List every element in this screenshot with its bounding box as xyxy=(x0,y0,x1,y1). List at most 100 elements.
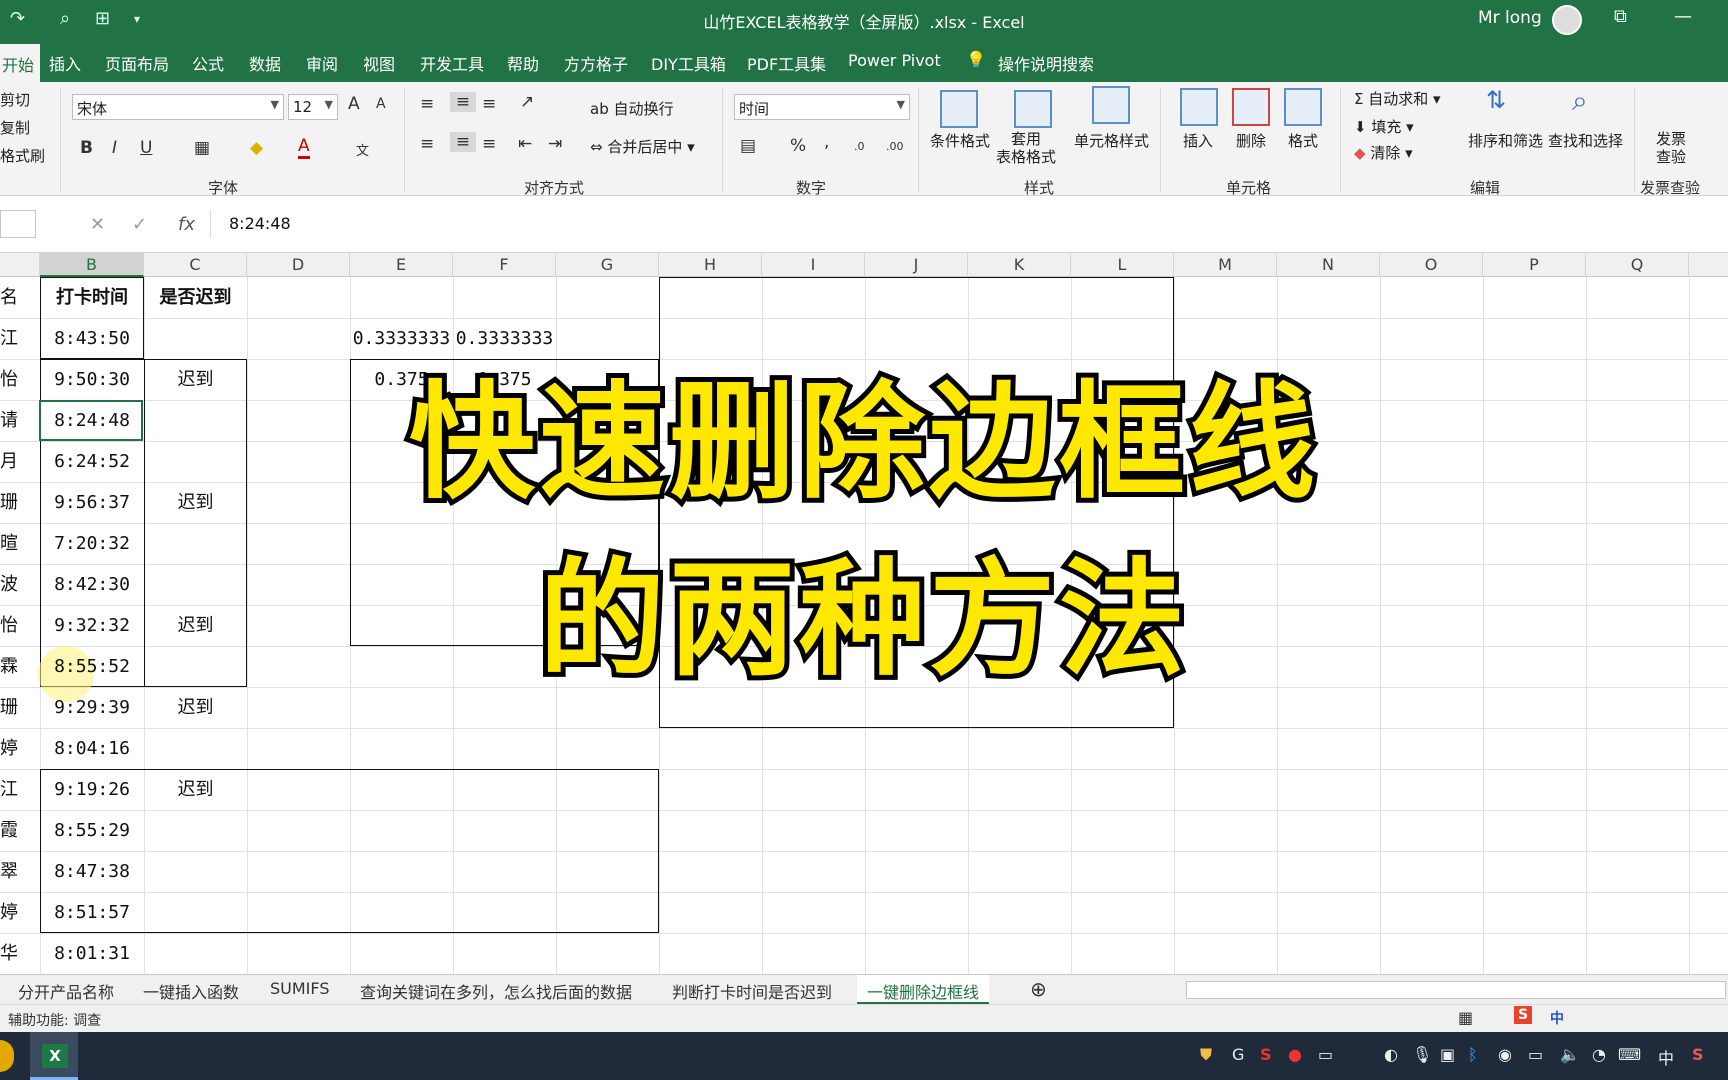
align-bottom-icon[interactable]: ≡ xyxy=(482,94,496,114)
column-header[interactable]: H xyxy=(659,253,762,277)
sheet-tab[interactable]: SUMIFS xyxy=(270,979,329,998)
orientation-icon[interactable]: ↗ xyxy=(520,92,534,112)
tab-page-layout[interactable]: 页面布局 xyxy=(105,51,169,75)
column-header[interactable]: N xyxy=(1277,253,1380,277)
sheet-tab[interactable]: 一键插入函数 xyxy=(143,979,239,1003)
cell-a12[interactable]: 婷 xyxy=(0,728,18,769)
tab-home[interactable]: 开始 xyxy=(0,44,41,82)
bold-button[interactable]: B xyxy=(80,138,93,158)
format-cells-button[interactable]: 格式 xyxy=(1288,130,1318,151)
format-as-table-button[interactable]: 套用 表格格式 xyxy=(996,130,1056,166)
ribbon-display-icon[interactable]: ⧉ xyxy=(1614,6,1627,27)
sogou-taskbar-icon[interactable]: S xyxy=(1692,1045,1704,1064)
sheet-tab-active[interactable]: 一键删除边框线 xyxy=(857,975,990,1005)
cell-b14[interactable]: 8:55:29 xyxy=(40,810,144,851)
sogou-ime-icon[interactable]: S xyxy=(1514,1006,1533,1024)
cell-a14[interactable]: 霞 xyxy=(0,810,18,851)
add-sheet-icon[interactable]: ⊕ xyxy=(1030,977,1047,1001)
tab-insert[interactable]: 插入 xyxy=(49,51,81,75)
comma-button[interactable]: , xyxy=(824,132,829,152)
normal-view-icon[interactable]: ▦ xyxy=(1458,1008,1473,1027)
cell-f2[interactable]: 0.3333333 xyxy=(453,318,556,359)
copy-button[interactable]: 复制 xyxy=(0,117,30,138)
tab-developer[interactable]: 开发工具 xyxy=(420,51,484,75)
fill-color-icon[interactable]: ◆ xyxy=(250,138,263,158)
tab-data[interactable]: 数据 xyxy=(249,51,281,75)
column-header[interactable]: P xyxy=(1483,253,1586,277)
invoice-check-button[interactable]: 发票 查验 xyxy=(1656,130,1686,166)
qq-icon[interactable]: ◐ xyxy=(1384,1045,1398,1064)
column-header[interactable]: K xyxy=(968,253,1071,277)
network-monitor-icon[interactable]: ▣ xyxy=(1440,1045,1455,1064)
align-middle-icon[interactable]: ≡ xyxy=(450,92,476,112)
increase-decimal-icon[interactable]: .0 xyxy=(854,140,865,153)
minimize-icon[interactable]: — xyxy=(1674,6,1692,27)
column-header[interactable]: M xyxy=(1174,253,1277,277)
microphone-icon[interactable]: 🎙 xyxy=(1412,1045,1432,1064)
avatar[interactable] xyxy=(1552,5,1582,35)
column-header[interactable]: L xyxy=(1071,253,1174,277)
sort-filter-button[interactable]: 排序和筛选 xyxy=(1468,130,1543,151)
chrome-icon[interactable] xyxy=(0,1040,14,1072)
cell-a17[interactable]: 华 xyxy=(0,933,18,974)
cell-b2[interactable]: 8:43:50 xyxy=(40,318,144,359)
decrease-indent-icon[interactable]: ⇤ xyxy=(518,134,532,154)
formula-input[interactable]: 8:24:48 xyxy=(210,210,1728,238)
column-header[interactable]: G xyxy=(556,253,659,277)
cell-a16[interactable]: 婷 xyxy=(0,892,18,933)
align-right-icon[interactable]: ≡ xyxy=(482,134,496,154)
find-select-button[interactable]: 查找和选择 xyxy=(1548,130,1623,151)
accounting-format-icon[interactable]: ▤ xyxy=(740,136,756,156)
tell-me-search[interactable]: 操作说明搜索 xyxy=(998,51,1094,75)
decrease-decimal-icon[interactable]: .00 xyxy=(886,140,904,153)
merge-center-button[interactable]: ⇔ 合并后居中 ▾ xyxy=(590,136,695,157)
accessibility-status[interactable]: 辅助功能: 调查 xyxy=(8,1010,101,1030)
underline-button[interactable]: U xyxy=(140,138,152,158)
cancel-icon[interactable]: ✕ xyxy=(90,214,105,235)
cell-c13[interactable]: 迟到 xyxy=(144,769,247,810)
tab-view[interactable]: 视图 xyxy=(363,51,395,75)
tab-review[interactable]: 审阅 xyxy=(306,51,338,75)
user-name[interactable]: Mr long xyxy=(1478,8,1542,28)
shrink-font-button[interactable]: A xyxy=(376,96,386,112)
ime-mode-indicator[interactable]: 中 xyxy=(1550,1008,1564,1028)
nvidia-icon[interactable]: ◉ xyxy=(1498,1045,1512,1064)
cell-b13[interactable]: 9:19:26 xyxy=(40,769,144,810)
align-top-icon[interactable]: ≡ xyxy=(420,94,434,114)
column-header[interactable]: F xyxy=(453,253,556,277)
keyboard-icon[interactable]: ⌨ xyxy=(1618,1045,1641,1064)
column-header[interactable]: Q xyxy=(1586,253,1689,277)
cell-a15[interactable]: 翠 xyxy=(0,851,18,892)
cell-e2[interactable]: 0.3333333 xyxy=(350,318,453,359)
battery-icon[interactable]: ▭ xyxy=(1528,1045,1543,1064)
align-center-icon[interactable]: ≡ xyxy=(450,132,476,152)
column-header[interactable]: J xyxy=(865,253,968,277)
number-format-combo[interactable]: 时间 ▼ xyxy=(734,94,910,120)
volume-icon[interactable]: 🔈 xyxy=(1560,1045,1580,1064)
sheet-tab[interactable]: 查询关键词在多列，怎么找后面的数据 xyxy=(360,979,632,1003)
insert-cells-button[interactable]: 插入 xyxy=(1183,130,1213,151)
bluetooth-icon[interactable]: ᛒ xyxy=(1468,1045,1478,1064)
confirm-icon[interactable]: ✓ xyxy=(132,214,147,235)
format-painter-button[interactable]: 格式刷 xyxy=(0,145,45,166)
sogou-tray-icon[interactable]: S xyxy=(1260,1045,1272,1064)
tab-fangfang[interactable]: 方方格子 xyxy=(564,51,628,75)
column-header[interactable]: B xyxy=(40,253,144,277)
excel-taskbar-button[interactable]: X xyxy=(30,1032,78,1080)
clear-button[interactable]: ◆ 清除 ▾ xyxy=(1354,142,1413,163)
cell-b15[interactable]: 8:47:38 xyxy=(40,851,144,892)
column-header[interactable]: I xyxy=(762,253,865,277)
border-icon[interactable]: ▦ xyxy=(194,138,210,158)
cell-c1[interactable]: 是否迟到 xyxy=(144,277,247,318)
wifi-icon[interactable]: ◔ xyxy=(1592,1045,1606,1064)
cell-b16[interactable]: 8:51:57 xyxy=(40,892,144,933)
tab-power-pivot[interactable]: Power Pivot xyxy=(848,51,941,70)
cell-b17[interactable]: 8:01:31 xyxy=(40,933,144,974)
cell-styles-button[interactable]: 单元格样式 xyxy=(1074,130,1149,151)
shield-icon[interactable]: ⛊ xyxy=(1200,1045,1212,1065)
column-header[interactable]: D xyxy=(247,253,350,277)
cell-a13[interactable]: 江 xyxy=(0,769,18,810)
cell-b12[interactable]: 8:04:16 xyxy=(40,728,144,769)
font-size-combo[interactable]: 12 ▼ xyxy=(288,94,338,120)
font-color-button[interactable]: A xyxy=(298,136,310,159)
